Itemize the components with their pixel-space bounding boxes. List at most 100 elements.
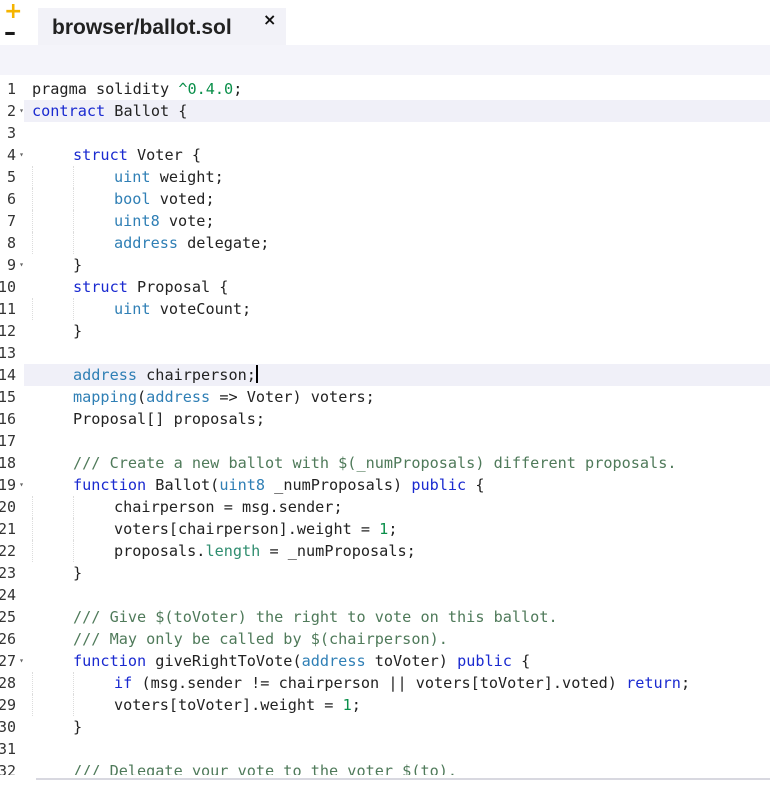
code-line[interactable]: }	[24, 320, 770, 342]
code-line[interactable]: voters[toVoter].weight = 1;	[24, 694, 770, 716]
code-token-type: bool	[114, 190, 151, 208]
code-line[interactable]	[24, 342, 770, 364]
code-line[interactable]: struct Voter {	[24, 144, 770, 166]
code-token-plain: voteCount;	[150, 300, 252, 318]
code-token-num: 1	[342, 696, 352, 714]
code-text: address chairperson;	[73, 364, 258, 386]
code-line[interactable]: contract Ballot {	[24, 100, 770, 122]
code-token-kw: contract	[32, 102, 106, 120]
code-line[interactable]	[24, 584, 770, 606]
code-token-type: address	[146, 388, 211, 406]
code-line[interactable]: /// May only be called by $(chairperson)…	[24, 628, 770, 650]
line-number-text: 22	[0, 542, 16, 560]
code-line[interactable]: }	[24, 562, 770, 584]
code-token-plain: Proposal {	[127, 278, 229, 296]
code-line[interactable]: uint voteCount;	[24, 298, 770, 320]
line-number: 16	[0, 408, 24, 430]
line-number: 14	[0, 364, 24, 386]
code-line[interactable]: address chairperson;	[24, 364, 770, 386]
line-number-gutter: 1 2 ▾ 3 4 ▾ 5 6 7 8 9 ▾ 10 11 12 13 14 15 16 17 18 19 ▾ 20 21 22 2…	[0, 75, 24, 780]
code-line[interactable]: chairperson = msg.sender;	[24, 496, 770, 518]
code-text: }	[73, 320, 82, 342]
indent-guide	[32, 694, 34, 716]
line-number: 24	[0, 584, 24, 606]
code-token-plain: ;	[233, 80, 243, 98]
line-number: 20	[0, 496, 24, 518]
indent-guide	[32, 540, 34, 562]
line-number-text: 11	[0, 300, 16, 318]
code-line[interactable]: mapping(address => Voter) voters;	[24, 386, 770, 408]
code-token-plain: Proposal[] proposals;	[73, 410, 266, 428]
code-line[interactable]	[24, 430, 770, 452]
code-text: if (msg.sender != chairperson || voters[…	[114, 672, 690, 694]
code-line[interactable]: struct Proposal {	[24, 276, 770, 298]
code-line[interactable]: /// Create a new ballot with $(_numPropo…	[24, 452, 770, 474]
code-line[interactable]: function Ballot(uint8 _numProposals) pub…	[24, 474, 770, 496]
line-number-text: 10	[0, 278, 16, 296]
line-number-text: 4	[6, 146, 16, 164]
text-cursor	[255, 365, 258, 383]
indent-guide	[32, 210, 34, 232]
code-token-plain: toVoter)	[365, 652, 458, 670]
code-line[interactable]: /// Give $(toVoter) the right to vote on…	[24, 606, 770, 628]
line-number: 2 ▾	[0, 100, 24, 122]
indent-guide	[32, 518, 34, 540]
code-line[interactable]	[24, 122, 770, 144]
line-number-text: 19	[0, 476, 16, 494]
code-line[interactable]: if (msg.sender != chairperson || voters[…	[24, 672, 770, 694]
code-line[interactable]: pragma solidity ^0.4.0;	[24, 78, 770, 100]
line-number-text: 2	[6, 102, 16, 120]
horizontal-scrollbar[interactable]	[0, 775, 770, 786]
code-line[interactable]: voters[chairperson].weight = 1;	[24, 518, 770, 540]
code-token-kw: public	[457, 652, 512, 670]
line-number: 9 ▾	[0, 254, 24, 276]
code-token-plain: _numProposals)	[265, 476, 412, 494]
line-number-text: 28	[0, 674, 16, 692]
line-number: 18	[0, 452, 24, 474]
code-line[interactable]	[24, 738, 770, 760]
line-number-text: 25	[0, 608, 16, 626]
code-line[interactable]: proposals.length = _numProposals;	[24, 540, 770, 562]
code-token-plain: Ballot(	[146, 476, 220, 494]
code-line[interactable]: bool voted;	[24, 188, 770, 210]
code-line[interactable]: }	[24, 716, 770, 738]
indent-guide	[73, 496, 75, 518]
code-text: contract Ballot {	[32, 100, 187, 122]
code-token-plain: pragma solidity	[32, 80, 179, 98]
code-token-plain: }	[73, 564, 83, 582]
line-number: 10	[0, 276, 24, 298]
code-line[interactable]: uint weight;	[24, 166, 770, 188]
zoom-out-button[interactable]: –	[4, 20, 24, 44]
line-number: 8	[0, 232, 24, 254]
indent-guide	[32, 188, 34, 210]
line-number: 19 ▾	[0, 474, 24, 496]
line-number-text: 7	[6, 212, 16, 230]
line-number-text: 6	[6, 190, 16, 208]
code-text: pragma solidity ^0.4.0;	[32, 78, 242, 100]
line-number-text: 24	[0, 586, 16, 604]
line-number-text: 15	[0, 388, 16, 406]
indent-guide	[32, 166, 34, 188]
code-text: }	[73, 562, 82, 584]
line-number-text: 5	[6, 168, 16, 186]
line-number: 27 ▾	[0, 650, 24, 672]
close-tab-icon[interactable]: ×	[263, 10, 276, 29]
code-editor[interactable]: 1 2 ▾ 3 4 ▾ 5 6 7 8 9 ▾ 10 11 12 13 14 15 16 17 18 19 ▾ 20 21 22 2…	[0, 75, 770, 780]
line-number: 7	[0, 210, 24, 232]
code-token-plain: (	[137, 388, 147, 406]
code-line[interactable]: function giveRightToVote(address toVoter…	[24, 650, 770, 672]
code-line[interactable]: }	[24, 254, 770, 276]
code-token-cmt: /// Create a new ballot with $(_numPropo…	[73, 454, 677, 472]
code-token-plain: voters[toVoter].weight =	[114, 696, 343, 714]
indent-guide	[32, 496, 34, 518]
code-text: address delegate;	[114, 232, 269, 254]
code-area[interactable]: pragma solidity ^0.4.0; contract Ballot {…	[24, 75, 770, 775]
code-line[interactable]: address delegate;	[24, 232, 770, 254]
code-line[interactable]: /// Delegate your vote to the voter $(to…	[24, 760, 770, 775]
code-line[interactable]: Proposal[] proposals;	[24, 408, 770, 430]
editor-toolbar: + – browser/ballot.sol ×	[0, 0, 770, 45]
line-number: 25	[0, 606, 24, 628]
line-number: 12	[0, 320, 24, 342]
code-line[interactable]: uint8 vote;	[24, 210, 770, 232]
file-tab[interactable]: browser/ballot.sol ×	[38, 8, 286, 45]
